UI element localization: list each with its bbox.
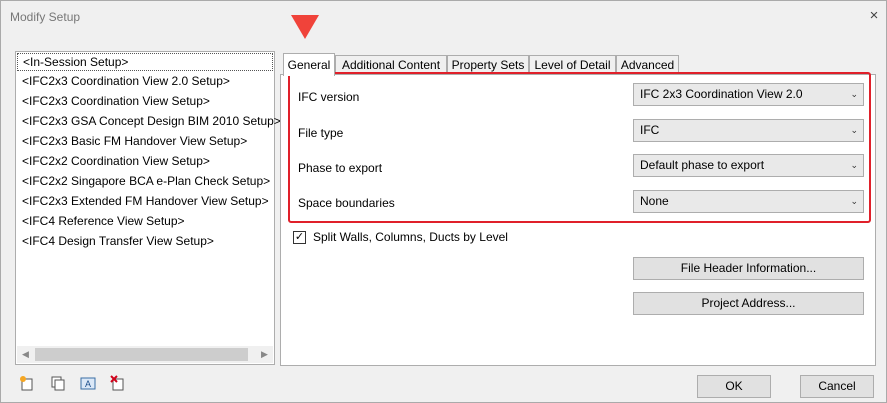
setup-item[interactable]: <IFC4 Design Transfer View Setup> (16, 231, 274, 251)
setup-item[interactable]: <IFC2x3 Coordination View Setup> (16, 91, 274, 111)
setup-item[interactable]: <IFC4 Reference View Setup> (16, 211, 274, 231)
phase-label: Phase to export (298, 161, 383, 175)
chevron-down-icon: ⌄ (850, 196, 858, 206)
setup-list[interactable]: <In-Session Setup> <IFC2x3 Coordination … (15, 51, 281, 365)
ok-button[interactable]: OK (697, 375, 771, 398)
horizontal-scrollbar[interactable]: ◀ ▶ (17, 346, 273, 363)
chevron-down-icon: ⌄ (850, 160, 858, 170)
ifc-version-value: IFC 2x3 Coordination View 2.0 (640, 87, 803, 101)
delete-setup-icon[interactable] (110, 375, 126, 391)
pointer-arrow-icon (291, 15, 319, 39)
setup-item[interactable]: <IFC2x3 GSA Concept Design BIM 2010 Setu… (16, 111, 281, 131)
file-type-select[interactable]: IFC ⌄ (633, 119, 864, 142)
cancel-button[interactable]: Cancel (800, 375, 874, 398)
chevron-down-icon: ⌄ (850, 89, 858, 99)
scroll-right-icon[interactable]: ▶ (256, 346, 273, 363)
duplicate-setup-icon[interactable] (50, 375, 66, 391)
modify-setup-dialog: Modify Setup × <In-Session Setup> <IFC2x… (0, 0, 887, 403)
scroll-thumb[interactable] (35, 348, 248, 361)
split-walls-checkbox[interactable]: ✓ (293, 231, 306, 244)
setup-item[interactable]: <IFC2x3 Extended FM Handover View Setup> (16, 191, 274, 211)
rename-setup-icon[interactable]: A (80, 375, 96, 391)
space-boundaries-value: None (640, 194, 669, 208)
svg-text:A: A (85, 379, 91, 389)
file-type-label: File type (298, 126, 344, 140)
ifc-version-select[interactable]: IFC 2x3 Coordination View 2.0 ⌄ (633, 83, 864, 106)
space-boundaries-select[interactable]: None ⌄ (633, 190, 864, 213)
dialog-title: Modify Setup (10, 10, 81, 24)
chevron-down-icon: ⌄ (850, 125, 858, 135)
phase-select[interactable]: Default phase to export ⌄ (633, 154, 864, 177)
new-setup-icon[interactable] (19, 375, 35, 391)
setup-item[interactable]: <In-Session Setup> (17, 53, 273, 71)
setup-item[interactable]: <IFC2x2 Singapore BCA e-Plan Check Setup… (16, 171, 274, 191)
phase-value: Default phase to export (640, 158, 765, 172)
scroll-left-icon[interactable]: ◀ (17, 346, 34, 363)
ifc-version-label: IFC version (298, 90, 360, 104)
setup-item[interactable]: <IFC2x3 Basic FM Handover View Setup> (16, 131, 274, 151)
setup-item[interactable]: <IFC2x3 Coordination View 2.0 Setup> (16, 71, 274, 91)
tab-general[interactable]: General (283, 53, 335, 76)
file-type-value: IFC (640, 123, 660, 137)
close-icon[interactable]: × (861, 3, 887, 29)
split-walls-label: Split Walls, Columns, Ducts by Level (313, 230, 508, 244)
file-header-button[interactable]: File Header Information... (633, 257, 864, 280)
setup-item[interactable]: <IFC2x2 Coordination View Setup> (16, 151, 274, 171)
space-boundaries-label: Space boundaries (298, 196, 395, 210)
project-address-button[interactable]: Project Address... (633, 292, 864, 315)
